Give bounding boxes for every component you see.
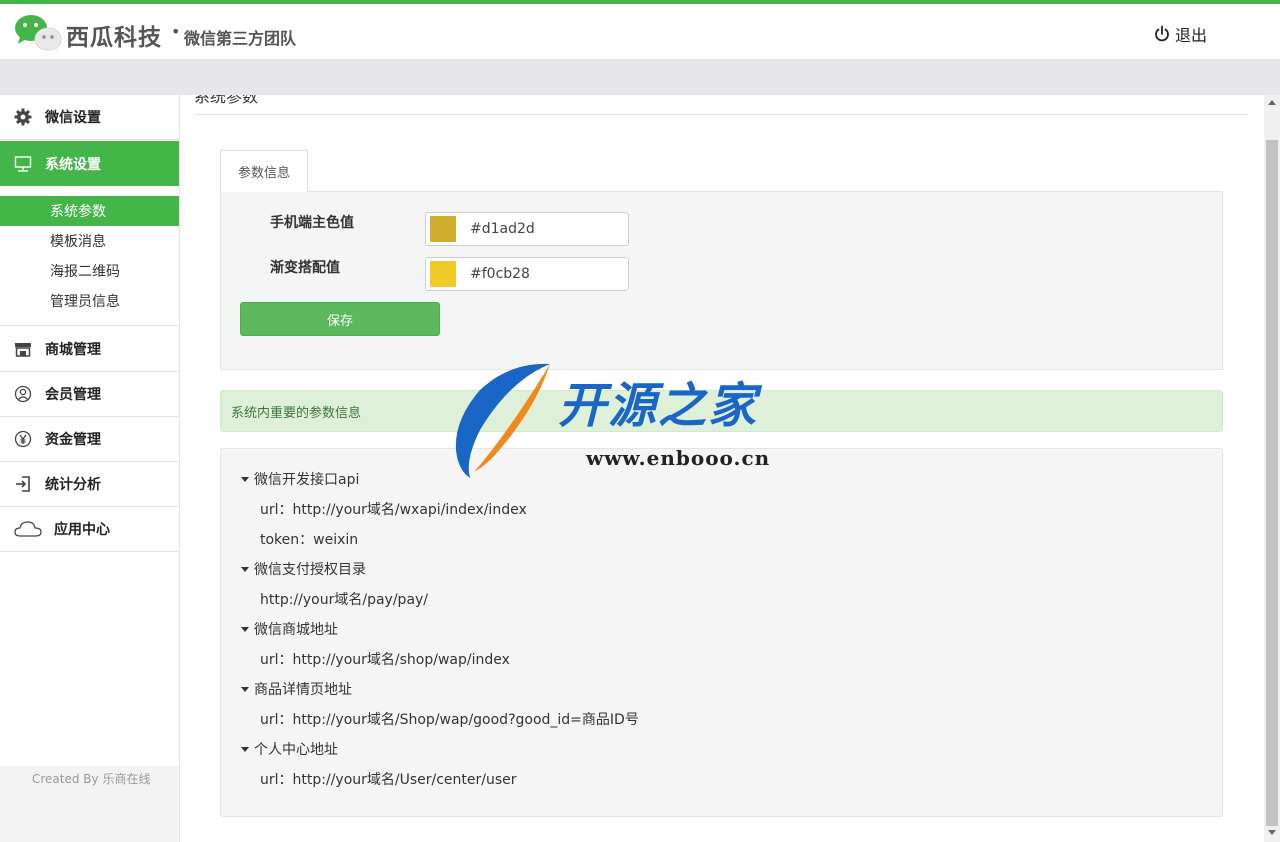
primary-color-swatch[interactable] [430, 216, 456, 242]
info-value: url：http://your域名/Shop/wap/good?good_id=… [260, 712, 639, 728]
sidebar-item-statistics[interactable]: 统计分析 [0, 462, 179, 507]
brand-name: 西瓜科技 [66, 25, 162, 51]
sidebar-item-wechat-settings[interactable]: 微信设置 [0, 95, 179, 140]
sidebar-item-label: 统计分析 [45, 477, 101, 493]
primary-color-field[interactable]: #d1ad2d [425, 212, 629, 246]
caret-down-icon [241, 626, 249, 632]
cloud-icon [14, 520, 42, 538]
scroll-up-icon[interactable] [1268, 100, 1276, 105]
gradient-color-value: #f0cb28 [470, 266, 530, 282]
sidebar-item-label: 商城管理 [45, 342, 101, 358]
header: 西瓜科技 • 微信第三方团队 退出 [0, 4, 1280, 60]
info-heading[interactable]: 个人中心地址 [241, 739, 338, 759]
vertical-scrollbar[interactable] [1264, 95, 1280, 842]
sidebar-item-app-center[interactable]: 应用中心 [0, 507, 179, 552]
info-heading[interactable]: 商品详情页地址 [241, 679, 352, 699]
sidebar-subitem-template-messages[interactable]: 模板消息 [0, 226, 179, 256]
brand-separator: • [171, 22, 181, 41]
power-icon [1155, 25, 1169, 42]
sidebar: 微信设置 系统设置 系统参数 模板消息 海报二维码 管理员信息 商城管理 会员管… [0, 95, 180, 842]
monitor-icon [14, 155, 32, 173]
sidebar-item-label: 资金管理 [45, 432, 101, 448]
scroll-thumb[interactable] [1266, 140, 1278, 826]
wechat-logo-icon [15, 15, 62, 52]
caret-down-icon [241, 566, 249, 572]
main-content: 系统参数 参数信息 手机端主色值 #d1ad2d 渐变搭配值 #f0cb28 保… [180, 95, 1264, 842]
info-heading[interactable]: 微信支付授权目录 [241, 559, 366, 579]
sign-in-icon [14, 475, 32, 493]
tab-param-info[interactable]: 参数信息 [220, 150, 308, 192]
info-value: token：weixin [260, 532, 359, 548]
primary-color-value: #d1ad2d [470, 221, 535, 237]
logout-button[interactable]: 退出 [1153, 23, 1207, 45]
sub-header-bar [0, 60, 1280, 95]
yen-icon [14, 430, 32, 448]
info-value: url：http://your域名/shop/wap/index [260, 652, 510, 668]
info-heading[interactable]: 微信商城地址 [241, 619, 338, 639]
save-button[interactable]: 保存 [240, 302, 440, 336]
info-value: url：http://your域名/User/center/user [260, 772, 517, 788]
system-settings-submenu: 系统参数 模板消息 海报二维码 管理员信息 [0, 186, 179, 326]
info-value: http://your域名/pay/pay/ [260, 592, 429, 608]
sidebar-item-finance-management[interactable]: 资金管理 [0, 417, 179, 462]
logout-label: 退出 [1175, 26, 1208, 45]
caret-down-icon [241, 476, 249, 482]
caret-down-icon [241, 746, 249, 752]
info-heading[interactable]: 微信开发接口api [241, 469, 359, 489]
user-circle-icon [14, 385, 32, 403]
sidebar-subitem-admin-info[interactable]: 管理员信息 [0, 286, 179, 316]
sidebar-subitem-system-params[interactable]: 系统参数 [0, 196, 179, 226]
page-title: 系统参数 [194, 95, 259, 106]
sidebar-item-label: 系统设置 [45, 156, 101, 173]
gradient-color-swatch[interactable] [430, 261, 456, 287]
sidebar-footer: Created By 乐商在线 [0, 766, 179, 842]
sidebar-item-label: 应用中心 [54, 522, 110, 538]
info-alert: 系统内重要的参数信息 [220, 390, 1223, 432]
caret-down-icon [241, 686, 249, 692]
info-value: url：http://your域名/wxapi/index/index [260, 502, 527, 518]
param-form-panel: 手机端主色值 #d1ad2d 渐变搭配值 #f0cb28 保存 [220, 191, 1223, 370]
sidebar-item-label: 微信设置 [45, 110, 101, 126]
sidebar-subitem-poster-qrcode[interactable]: 海报二维码 [0, 256, 179, 286]
brand-subtitle: 微信第三方团队 [184, 29, 297, 48]
param-info-panel: 微信开发接口api url：http://your域名/wxapi/index/… [220, 448, 1223, 817]
sidebar-item-shop-management[interactable]: 商城管理 [0, 327, 179, 372]
gradient-color-field[interactable]: #f0cb28 [425, 257, 629, 291]
gradient-color-label: 渐变搭配值 [270, 260, 340, 276]
store-icon [14, 340, 32, 358]
sidebar-item-system-settings[interactable]: 系统设置 [0, 141, 179, 186]
sidebar-item-member-management[interactable]: 会员管理 [0, 372, 179, 417]
gear-icon [14, 108, 32, 126]
primary-color-label: 手机端主色值 [270, 215, 354, 231]
sidebar-item-label: 会员管理 [45, 387, 101, 403]
scroll-down-icon[interactable] [1268, 830, 1276, 835]
title-divider [194, 114, 1248, 115]
